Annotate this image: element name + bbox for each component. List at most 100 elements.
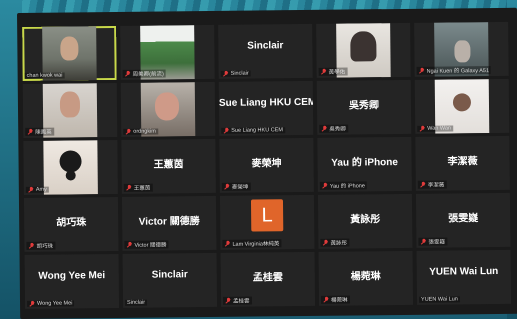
participant-display-name: Victor 關德勝 xyxy=(138,216,200,228)
participant-display-name: 楊菀琳 xyxy=(350,271,381,283)
participant-label-text: 孟桂雲 xyxy=(233,298,250,305)
participant-display-name: 吳秀卿 xyxy=(348,100,380,112)
participant-tile[interactable]: 周美卿(前流) xyxy=(120,24,215,80)
avatar: L xyxy=(250,199,284,232)
participant-display-name: Sinclair xyxy=(151,269,188,281)
mic-muted-icon xyxy=(419,126,425,132)
mic-muted-icon xyxy=(126,185,132,191)
participant-display-name: 李潔薇 xyxy=(447,156,478,168)
participant-display-name: 孟桂雲 xyxy=(252,272,283,284)
participant-name-label: YUEN Wai Lun xyxy=(418,296,460,303)
mic-muted-icon xyxy=(322,240,328,246)
participant-label-text: 周美卿(前流) xyxy=(132,71,164,78)
participant-label-text: Ngai Kuen 的 Galaxy A51 xyxy=(426,68,490,75)
mic-muted-icon xyxy=(321,126,327,132)
mic-muted-icon xyxy=(28,187,34,193)
participant-tile[interactable]: YUEN Wai Lun YUEN Wai Lun xyxy=(416,249,512,305)
participant-display-name: 王蕙茵 xyxy=(153,159,184,171)
participant-label-text: 黃學佑 xyxy=(328,69,346,76)
participant-tile[interactable]: 陳鳳英 xyxy=(22,82,118,138)
participant-label-text: Victor 關德勝 xyxy=(134,242,167,249)
participant-name-label: 陳鳳英 xyxy=(25,127,54,136)
participant-name-label: Lam Virginia林純英 xyxy=(222,239,282,248)
participant-label-text: 李潔薇 xyxy=(427,182,445,189)
participant-label-text: 王蕙茵 xyxy=(133,185,151,192)
participant-name-label: 孟桂雲 xyxy=(222,296,252,305)
participant-tile[interactable]: Amy xyxy=(23,139,118,195)
mic-muted-icon xyxy=(29,301,35,307)
participant-label-text: Amy xyxy=(35,186,47,193)
participant-tile[interactable]: L Lam Virginia林純英 xyxy=(219,194,315,250)
participant-label-text: Sue Liang HKU CEM xyxy=(231,127,283,134)
mic-muted-icon xyxy=(126,242,132,248)
participant-name-label: 張雯嶷 xyxy=(418,237,447,246)
participant-name-label: 黃學佑 xyxy=(318,67,348,76)
participant-tile[interactable]: 黃詠彤 黃詠彤 xyxy=(317,193,413,249)
participant-name-label: chan kwok wai xyxy=(24,72,65,79)
participant-label-text: Yau 的 iPhone xyxy=(329,183,365,190)
meeting-window: chan kwok wai 周美卿(前流) Sinclair Sinclair 黃學佑 N… xyxy=(17,7,517,319)
mic-muted-icon xyxy=(420,182,426,188)
participant-tile[interactable]: chan kwok wai xyxy=(22,25,117,81)
participant-tile[interactable]: Sue Liang HKU CEM Sue Liang HKU CEM xyxy=(218,80,314,136)
participant-tile[interactable]: Victor 關德勝 Victor 關德勝 xyxy=(121,195,217,251)
participant-tile[interactable]: Wong Yee Mei Wong Yee Mei xyxy=(24,253,120,309)
participant-display-name: Sue Liang HKU CEM xyxy=(218,96,314,109)
participant-name-label: 王蕙茵 xyxy=(123,183,153,192)
participant-name-label: Wan Wan xyxy=(417,125,454,132)
participant-label-text: 胡巧珠 xyxy=(36,243,53,250)
participant-name-label: Sinclair xyxy=(220,70,251,77)
participant-tile[interactable]: 胡巧珠 胡巧珠 xyxy=(23,196,119,252)
participant-label-text: Sinclair xyxy=(230,70,249,77)
participant-display-name: YUEN Wai Lun xyxy=(429,265,499,278)
participant-tile[interactable]: ordngkim xyxy=(120,81,216,137)
participant-tile[interactable]: Ngai Kuen 的 Galaxy A51 xyxy=(414,21,509,77)
participant-name-label: 吳秀卿 xyxy=(319,124,348,133)
mic-muted-icon xyxy=(224,184,230,190)
participant-tile[interactable]: 吳秀卿 吳秀卿 xyxy=(316,79,412,135)
gallery-grid: chan kwok wai 周美卿(前流) Sinclair Sinclair 黃學佑 N… xyxy=(22,21,512,309)
participant-name-label: 黃詠彤 xyxy=(320,238,349,247)
participant-label-text: chan kwok wai xyxy=(26,72,63,79)
participant-label-text: 陳鳳英 xyxy=(35,129,52,136)
mic-muted-icon xyxy=(420,239,426,245)
participant-tile[interactable]: 李潔薇 李潔薇 xyxy=(415,135,510,191)
participant-name-label: Amy xyxy=(25,186,49,193)
participant-name-label: Sue Liang HKU CEM xyxy=(221,127,285,134)
participant-tile[interactable]: Sinclair Sinclair xyxy=(122,252,218,308)
mic-muted-icon xyxy=(419,68,425,74)
participant-name-label: 麥榮坤 xyxy=(221,182,251,191)
participant-tile[interactable]: 麥榮坤 麥榮坤 xyxy=(219,137,314,193)
participant-name-label: Ngai Kuen 的 Galaxy A51 xyxy=(416,66,492,75)
participant-name-label: Wong Yee Mei xyxy=(27,300,75,307)
participant-tile[interactable]: 孟桂雲 孟桂雲 xyxy=(220,251,316,307)
participant-name-label: Sinclair xyxy=(125,299,148,306)
mic-muted-icon xyxy=(125,129,131,135)
participant-tile[interactable]: Yau 的 iPhone Yau 的 iPhone xyxy=(317,136,412,192)
participant-name-label: ordngkim xyxy=(123,128,158,135)
mic-muted-icon xyxy=(225,298,231,304)
participant-display-name: 張雯嶷 xyxy=(448,213,479,225)
participant-name-label: 楊菀琳 xyxy=(320,295,350,304)
participant-tile[interactable]: 王蕙茵 王蕙茵 xyxy=(121,138,216,194)
participant-label-text: 楊菀琳 xyxy=(330,297,348,304)
participant-label-text: Sinclair xyxy=(127,299,146,306)
participant-name-label: Yau 的 iPhone xyxy=(319,181,367,190)
participant-tile[interactable]: 黃學佑 xyxy=(316,22,411,78)
mic-muted-icon xyxy=(223,71,229,77)
participant-tile[interactable]: Sinclair Sinclair xyxy=(218,23,313,79)
participant-label-text: Lam Virginia林純英 xyxy=(232,241,280,248)
participant-tile[interactable]: Wan Wan xyxy=(414,78,510,134)
participant-name-label: Victor 關德勝 xyxy=(124,240,169,249)
participant-label-text: 張雯嶷 xyxy=(428,239,445,246)
participant-tile[interactable]: 楊菀琳 楊菀琳 xyxy=(318,250,414,306)
participant-tile[interactable]: 張雯嶷 張雯嶷 xyxy=(415,192,511,248)
mic-muted-icon xyxy=(224,241,230,247)
mic-muted-icon xyxy=(27,129,33,135)
participant-label-text: 黃詠彤 xyxy=(330,240,347,247)
participant-name-label: 周美卿(前流) xyxy=(122,69,166,78)
participant-display-name: 黃詠彤 xyxy=(350,214,381,226)
participant-display-name: Wong Yee Mei xyxy=(38,270,106,282)
mic-muted-icon xyxy=(125,71,131,77)
mic-muted-icon xyxy=(323,297,329,303)
